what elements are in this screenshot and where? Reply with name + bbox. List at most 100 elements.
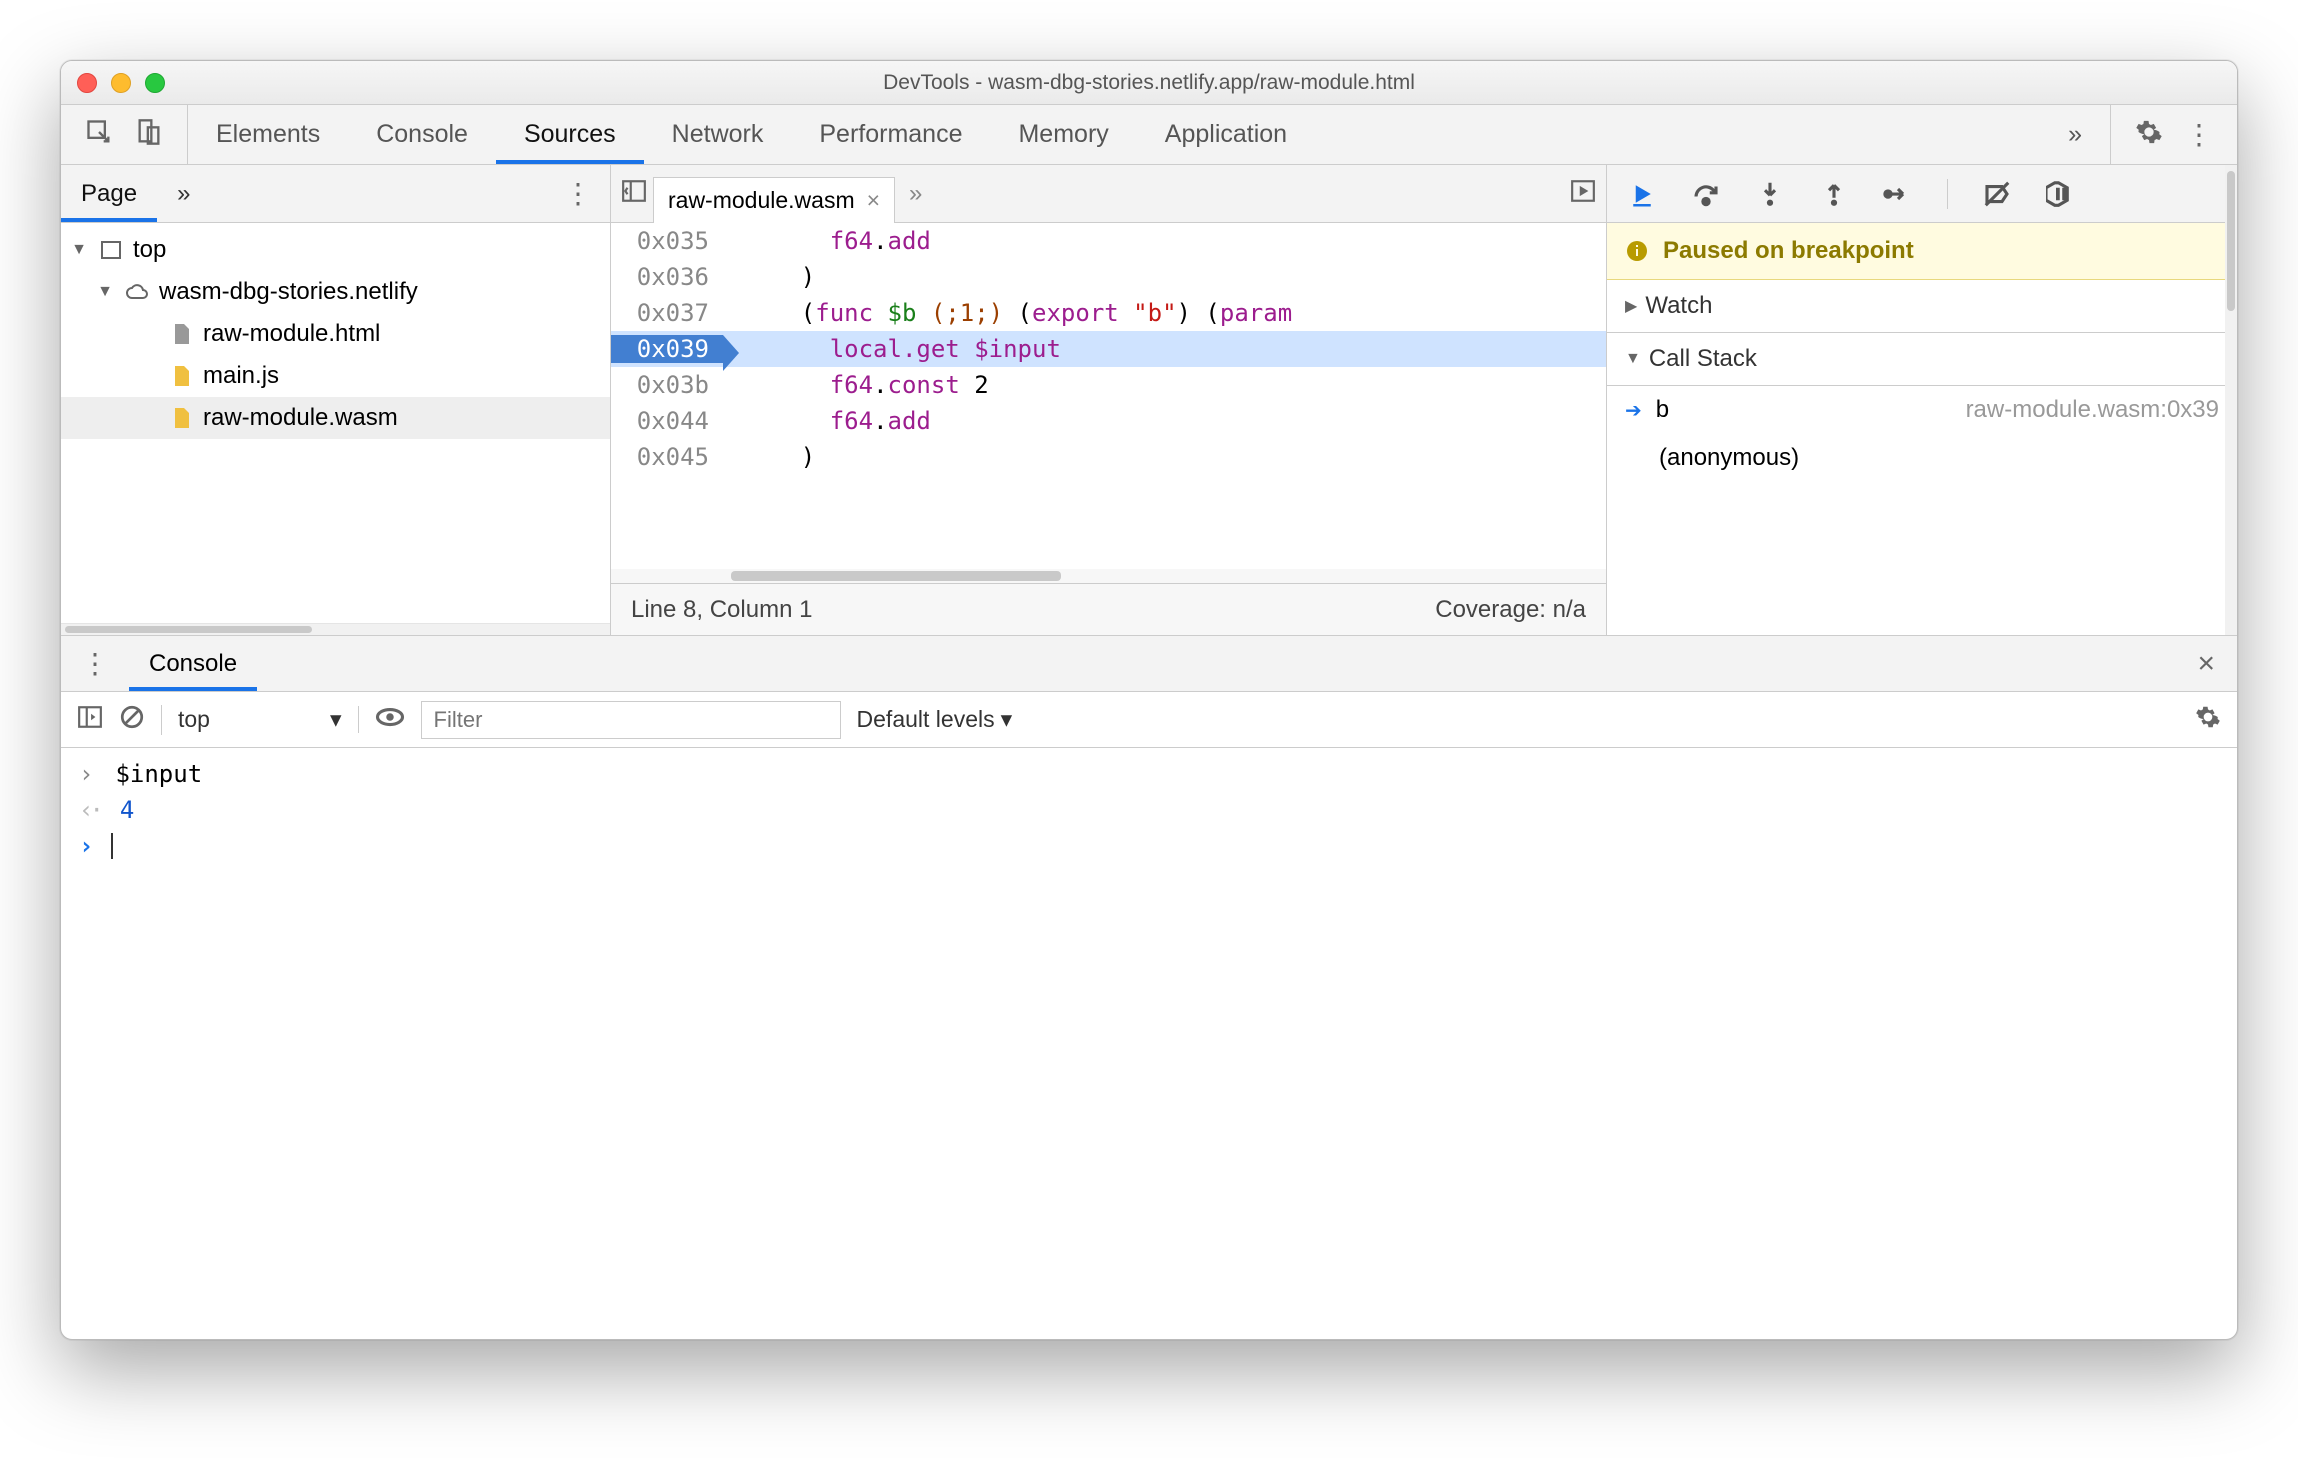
tree-file[interactable]: raw-module.html xyxy=(61,313,610,355)
frame-location: raw-module.wasm:0x39 xyxy=(1966,396,2219,424)
line-address: 0x036 xyxy=(611,263,723,291)
console-output-entry: 4 xyxy=(61,792,2237,828)
watch-section[interactable]: ▶ Watch xyxy=(1607,280,2237,333)
caret-down-icon: ▾ xyxy=(330,706,342,733)
code-line[interactable]: 0x044 f64.add xyxy=(611,403,1606,439)
pause-exceptions-icon[interactable] xyxy=(2046,179,2076,209)
drawer-tab-console[interactable]: Console xyxy=(129,636,257,691)
editor-tab-label: raw-module.wasm xyxy=(668,187,855,214)
drawer-menu-icon[interactable]: ⋮ xyxy=(61,647,129,680)
tab-elements[interactable]: Elements xyxy=(188,105,348,164)
current-frame-icon: ➔ xyxy=(1625,398,1642,423)
navigator-tab-page[interactable]: Page xyxy=(61,165,157,222)
triangle-right-icon: ▶ xyxy=(1625,296,1637,316)
tab-performance[interactable]: Performance xyxy=(791,105,990,164)
file-tree: ▼ top ▼ wasm-dbg-stories.netlify raw-mod… xyxy=(61,223,610,623)
paused-message: Paused on breakpoint xyxy=(1663,237,1914,265)
toggle-navigator-icon[interactable] xyxy=(621,178,647,210)
clear-console-icon[interactable] xyxy=(119,704,145,736)
resume-icon[interactable] xyxy=(1627,179,1657,209)
console-prompt[interactable]: › xyxy=(61,828,2237,864)
settings-icon[interactable] xyxy=(2135,118,2163,152)
tree-origin[interactable]: ▼ wasm-dbg-stories.netlify xyxy=(61,271,610,313)
file-icon xyxy=(169,362,193,390)
cloud-icon xyxy=(125,278,149,306)
tab-memory[interactable]: Memory xyxy=(990,105,1136,164)
line-content: ) xyxy=(723,263,815,291)
device-toggle-icon[interactable] xyxy=(135,118,163,152)
file-icon xyxy=(169,404,193,432)
coverage-status: Coverage: n/a xyxy=(1435,596,1586,624)
console-settings-icon[interactable] xyxy=(2195,704,2221,736)
file-icon xyxy=(169,320,193,348)
line-content: local.get $input xyxy=(723,335,1061,363)
tree-origin-label: wasm-dbg-stories.netlify xyxy=(159,278,418,306)
drawer-close-icon[interactable]: × xyxy=(2175,647,2237,681)
editor-scrollbar[interactable] xyxy=(611,569,1606,583)
navigator-panel: Page » ⋮ ▼ top ▼ wasm-dbg-stories.netlif… xyxy=(61,165,611,635)
context-label: top xyxy=(178,706,210,733)
editor-tab[interactable]: raw-module.wasm × xyxy=(653,177,895,223)
watch-label: Watch xyxy=(1645,292,1712,320)
code-line[interactable]: 0x045 ) xyxy=(611,439,1606,475)
step-icon[interactable] xyxy=(1883,179,1913,209)
inspect-icon[interactable] xyxy=(85,118,113,152)
debugger-panel: Paused on breakpoint ▶ Watch ▼ Call Stac… xyxy=(1607,165,2237,635)
tab-network[interactable]: Network xyxy=(644,105,792,164)
tab-application[interactable]: Application xyxy=(1137,105,1315,164)
editor-tabs-overflow[interactable]: » xyxy=(901,180,930,208)
tree-file[interactable]: main.js xyxy=(61,355,610,397)
navigator-overflow[interactable]: » xyxy=(157,165,210,222)
line-content: (func $b (;1;) (export "b") (param xyxy=(723,299,1292,327)
tabs-overflow[interactable]: » xyxy=(2040,120,2110,149)
tree-file[interactable]: raw-module.wasm xyxy=(61,397,610,439)
context-selector[interactable]: top ▾ xyxy=(178,706,359,733)
tab-console[interactable]: Console xyxy=(348,105,496,164)
console-sidebar-toggle-icon[interactable] xyxy=(77,704,103,736)
editor-statusbar: Line 8, Column 1 Coverage: n/a xyxy=(611,583,1606,635)
navigator-menu-icon[interactable]: ⋮ xyxy=(564,177,592,210)
line-address: 0x037 xyxy=(611,299,723,327)
levels-label: Default levels xyxy=(857,706,995,733)
deactivate-breakpoints-icon[interactable] xyxy=(1982,179,2012,209)
caret-down-icon: ▼ xyxy=(95,283,115,301)
line-content: f64.add xyxy=(723,227,931,255)
line-address: 0x045 xyxy=(611,443,723,471)
live-expression-icon[interactable] xyxy=(375,702,405,738)
code-line[interactable]: 0x035 f64.add xyxy=(611,223,1606,259)
window-title: DevTools - wasm-dbg-stories.netlify.app/… xyxy=(61,71,2237,95)
main-tabstrip: ElementsConsoleSourcesNetworkPerformance… xyxy=(61,105,2237,165)
navigator-scrollbar[interactable] xyxy=(61,623,610,635)
line-address: 0x035 xyxy=(611,227,723,255)
stack-frame[interactable]: ➔braw-module.wasm:0x39 xyxy=(1607,386,2237,434)
code-line[interactable]: 0x036 ) xyxy=(611,259,1606,295)
debugger-toolbar xyxy=(1607,165,2237,223)
code-editor[interactable]: 0x035 f64.add0x036 )0x037 (func $b (;1;)… xyxy=(611,223,1606,569)
close-tab-icon[interactable]: × xyxy=(867,187,880,214)
tree-file-label: raw-module.html xyxy=(203,320,380,348)
step-out-icon[interactable] xyxy=(1819,179,1849,209)
console-output[interactable]: $input4› xyxy=(61,748,2237,1255)
console-filter-input[interactable] xyxy=(421,701,841,739)
step-into-icon[interactable] xyxy=(1755,179,1785,209)
log-levels-selector[interactable]: Default levels ▾ xyxy=(857,706,1013,733)
code-line[interactable]: 0x037 (func $b (;1;) (export "b") (param xyxy=(611,295,1606,331)
code-line[interactable]: 0x03b f64.const 2 xyxy=(611,367,1606,403)
tab-sources[interactable]: Sources xyxy=(496,105,644,164)
console-toolbar: top ▾ Default levels ▾ xyxy=(61,692,2237,748)
line-content: ) xyxy=(723,443,815,471)
step-over-icon[interactable] xyxy=(1691,179,1721,209)
cursor-position: Line 8, Column 1 xyxy=(631,596,812,624)
console-drawer: ⋮ Console × top ▾ Default levels ▾ xyxy=(61,635,2237,1255)
callstack-section[interactable]: ▼ Call Stack xyxy=(1607,333,2237,386)
code-line[interactable]: 0x039 local.get $input xyxy=(611,331,1606,367)
tree-top-frame[interactable]: ▼ top xyxy=(61,229,610,271)
run-snippet-icon[interactable] xyxy=(1570,178,1596,210)
line-address: 0x039 xyxy=(611,335,723,363)
console-input-entry: $input xyxy=(61,756,2237,792)
devtools-window: DevTools - wasm-dbg-stories.netlify.app/… xyxy=(60,60,2238,1340)
debugger-scrollbar[interactable] xyxy=(2225,165,2237,635)
titlebar: DevTools - wasm-dbg-stories.netlify.app/… xyxy=(61,61,2237,105)
stack-frame[interactable]: (anonymous) xyxy=(1607,434,2237,482)
kebab-menu-icon[interactable]: ⋮ xyxy=(2185,118,2213,151)
